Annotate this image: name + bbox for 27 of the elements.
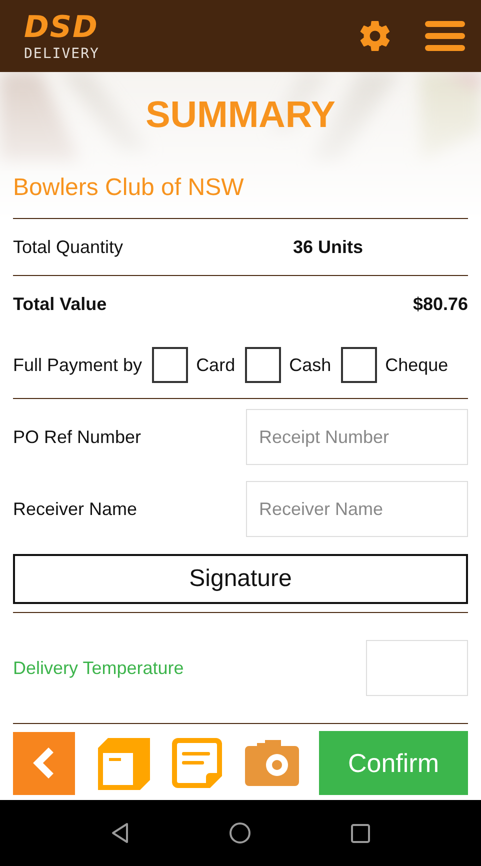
total-value: $80.76: [412, 294, 468, 314]
checkbox[interactable]: [245, 347, 282, 383]
home-nav-icon[interactable]: [229, 822, 251, 844]
total-label: Total Value: [13, 294, 107, 314]
temperature-field[interactable]: [366, 640, 468, 696]
temperature-label: Delivery Temperature: [13, 658, 184, 678]
total-value: 36 Units: [292, 236, 363, 258]
logo-mark: DSD: [24, 10, 98, 45]
customer-name: Bowlers Club of NSW: [13, 173, 245, 203]
checkbox[interactable]: [152, 347, 188, 383]
payment-option-label: Card: [196, 354, 236, 376]
signature-button[interactable]: Signature: [13, 554, 468, 604]
recents-nav-icon[interactable]: [351, 824, 370, 842]
field-label: PO Ref Number: [13, 426, 142, 448]
back-nav-icon[interactable]: [111, 822, 129, 844]
input-field[interactable]: Receipt Number: [246, 409, 468, 465]
back-button[interactable]: [13, 732, 75, 794]
checkbox[interactable]: [341, 347, 378, 383]
payment-label: Full Payment by: [13, 354, 142, 376]
logo-text: DELIVERY: [24, 46, 100, 62]
payment-option-label: Cash: [289, 354, 332, 376]
page-title: SUMMARY: [146, 93, 336, 136]
input-field[interactable]: Receiver Name: [246, 481, 468, 537]
menu-icon[interactable]: [425, 21, 465, 51]
payment-option-label: Cheque: [385, 354, 448, 376]
total-label: Total Quantity: [13, 236, 124, 258]
field-label: Receiver Name: [13, 498, 138, 520]
